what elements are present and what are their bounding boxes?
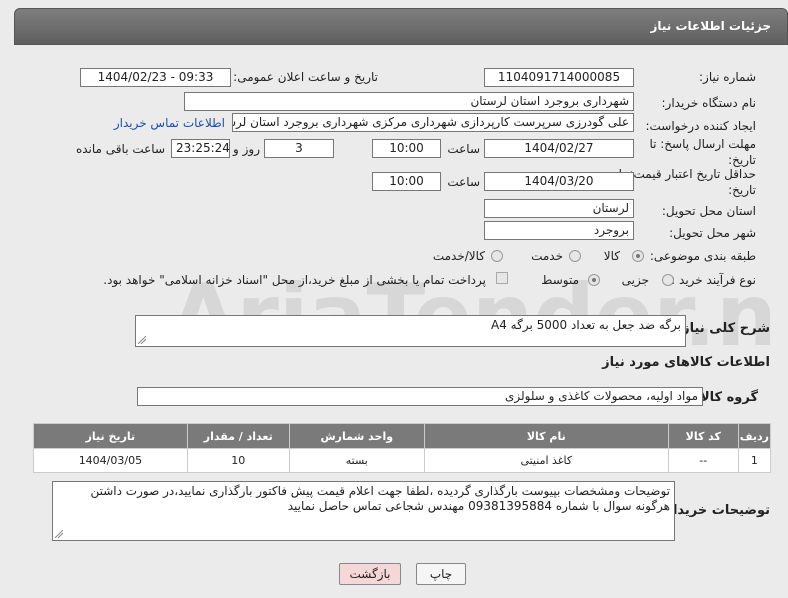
- category-label: طبقه بندی موضوعی:: [649, 249, 756, 263]
- goods-group-label: گروه کالا:: [694, 390, 758, 405]
- city-label: شهر محل تحویل:: [669, 226, 756, 240]
- process-option-medium: متوسط: [541, 273, 579, 287]
- category-radio-both[interactable]: [491, 250, 503, 262]
- process-radio-minor[interactable]: [662, 274, 674, 286]
- category-option-goods: کالا: [603, 249, 620, 263]
- table-cell: بسته: [288, 448, 425, 473]
- contact-info-link[interactable]: اطلاعات تماس خریدار: [114, 116, 225, 130]
- column-header: تاریخ نیاز: [33, 423, 188, 449]
- table-row: 1 -- کاغذ امنیتی بسته 10 1404/03/05: [33, 448, 772, 473]
- buyer-notes-label: توضیحات خریدار:: [660, 503, 770, 518]
- goods-table-header: ردیف کد کالا نام کالا واحد شمارش تعداد /…: [33, 423, 772, 449]
- description-label: شرح کلی نیاز:: [676, 321, 770, 336]
- need-number-field: 1104091714000085: [484, 68, 634, 87]
- print-button[interactable]: چاپ: [416, 563, 466, 585]
- buyer-notes-field: توضیحات ومشخصات بپیوست بارگذاری گردیده ،…: [52, 481, 675, 541]
- process-option-minor: جزیی: [621, 273, 649, 287]
- province-field: لرستان: [484, 199, 634, 218]
- treasury-payment-note: پرداخت تمام یا بخشی از مبلغ خرید،از محل …: [103, 273, 486, 287]
- reply-date-field: 1404/02/27: [484, 139, 634, 158]
- header-bar: جزئیات اطلاعات نیاز: [14, 8, 788, 45]
- buyer-org-label: نام دستگاه خریدار:: [661, 96, 757, 110]
- goods-table: ردیف کد کالا نام کالا واحد شمارش تعداد /…: [33, 423, 772, 473]
- remaining-time-field: 23:25:24: [171, 139, 230, 158]
- announce-label: تاریخ و ساعت اعلان عمومی:: [233, 70, 378, 84]
- column-header: کد کالا: [667, 423, 739, 449]
- column-header: ردیف: [737, 423, 772, 449]
- column-header: نام کالا: [423, 423, 669, 449]
- table-cell: کاغذ امنیتی: [423, 448, 669, 473]
- buyer-notes-text: توضیحات ومشخصات بپیوست بارگذاری گردیده ،…: [90, 484, 670, 513]
- remaining-label: ساعت باقی مانده: [75, 142, 165, 156]
- goods-section-title: اطلاعات کالاهای مورد نیاز: [602, 355, 770, 370]
- creator-field: علی گودرزی سرپرست کارپردازی شهرداری مرکز…: [232, 113, 634, 132]
- table-cell: 1404/03/05: [33, 448, 188, 473]
- description-text: برگه ضد جعل به تعداد 5000 برگه A4: [491, 318, 681, 332]
- column-header: واحد شمارش: [288, 423, 425, 449]
- table-cell: --: [667, 448, 739, 473]
- table-cell: 10: [186, 448, 290, 473]
- treasury-payment-checkbox[interactable]: [496, 272, 508, 284]
- process-radio-medium[interactable]: [588, 274, 600, 286]
- price-time-field: 10:00: [372, 172, 441, 191]
- back-button[interactable]: بازگشت: [339, 563, 401, 585]
- category-option-both: کالا/خدمت: [432, 249, 485, 263]
- reply-time-field: 10:00: [372, 139, 441, 158]
- category-radio-goods[interactable]: [632, 250, 644, 262]
- reply-deadline-label: مهلت ارسال پاسخ: تا تاریخ:: [649, 137, 756, 167]
- process-label: نوع فرآیند خرید :: [671, 273, 756, 287]
- need-number-label: شماره نیاز:: [699, 70, 756, 84]
- page-title: جزئیات اطلاعات نیاز: [650, 19, 771, 33]
- days-field: 3: [264, 139, 334, 158]
- creator-label: ایجاد کننده درخواست:: [645, 119, 756, 133]
- province-label: استان محل تحویل:: [661, 204, 756, 218]
- goods-group-field: مواد اولیه، محصولات کاغذی و سلولزی: [137, 387, 703, 406]
- resize-handle-icon[interactable]: [55, 530, 63, 538]
- description-field: برگه ضد جعل به تعداد 5000 برگه A4: [135, 315, 686, 347]
- price-date-field: 1404/03/20: [484, 172, 634, 191]
- announce-field: 1404/02/23 - 09:33: [80, 68, 231, 87]
- city-field: بروجرد: [484, 221, 634, 240]
- column-header: تعداد / مقدار: [186, 423, 290, 449]
- price-time-label: ساعت: [447, 175, 480, 189]
- category-option-service: خدمت: [531, 249, 563, 263]
- days-label: روز و: [233, 142, 260, 156]
- resize-handle-icon[interactable]: [138, 336, 146, 344]
- table-cell: 1: [737, 448, 772, 473]
- buyer-org-field: شهرداری بروجرد استان لرستان: [184, 92, 634, 111]
- reply-time-label: ساعت: [447, 142, 480, 156]
- category-radio-service[interactable]: [569, 250, 581, 262]
